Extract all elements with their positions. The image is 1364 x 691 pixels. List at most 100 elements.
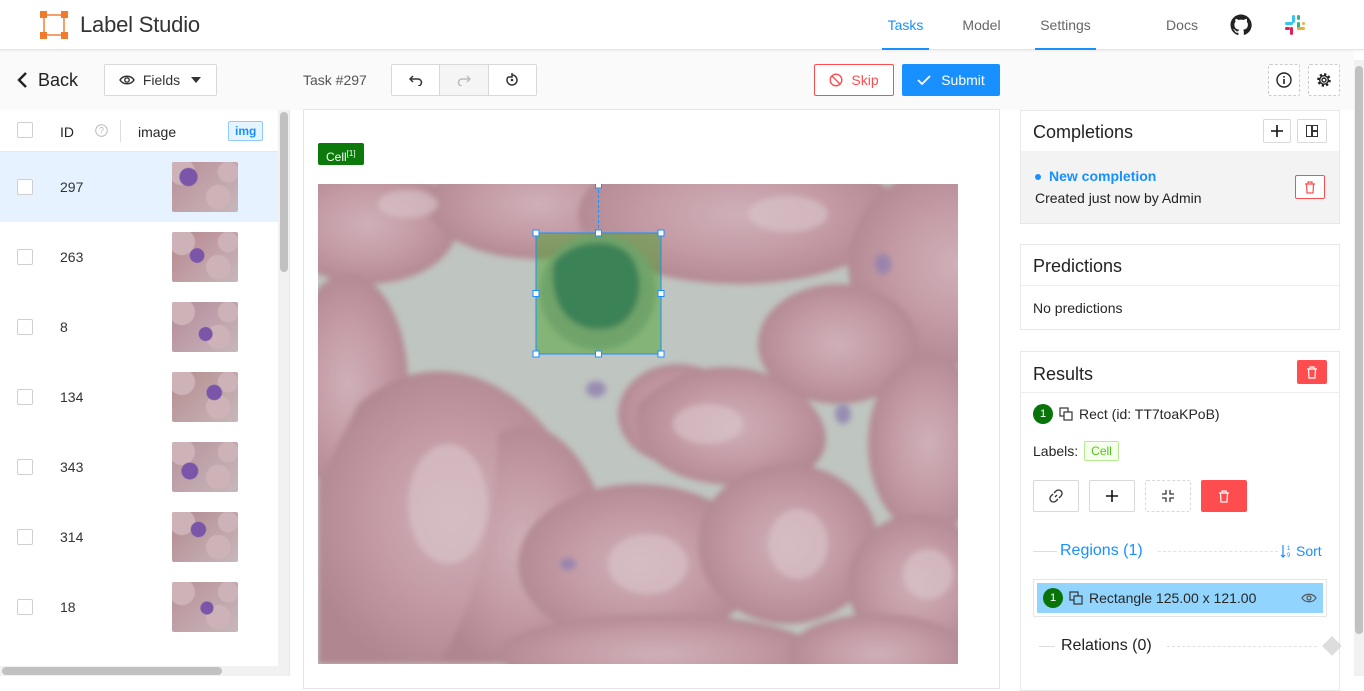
sort-label: Sort (1296, 543, 1322, 559)
divider (1039, 646, 1055, 647)
back-button[interactable]: Back (16, 68, 78, 92)
relations-heading[interactable]: Relations (0) (1061, 637, 1152, 655)
reset-button[interactable] (489, 65, 536, 95)
annotation-image[interactable] (318, 184, 958, 664)
completions-title: Completions (1033, 122, 1134, 142)
region-list: 1 Rectangle 125.00 x 121.00 (1033, 579, 1327, 617)
row-checkbox[interactable] (17, 179, 33, 195)
rectangle-tool-icon (1069, 591, 1083, 605)
submit-button[interactable]: Submit (902, 64, 1000, 96)
region-list-item[interactable]: 1 Rectangle 125.00 x 121.00 (1037, 583, 1323, 613)
predictions-title: Predictions (1033, 256, 1123, 276)
label-studio-logo-icon (40, 11, 68, 39)
help-icon[interactable]: ? (95, 124, 108, 137)
region-index-badge: 1 (1033, 404, 1053, 424)
nav-docs[interactable]: Docs (1160, 0, 1204, 50)
row-thumbnail-image (172, 232, 238, 282)
delete-region-button[interactable] (1201, 480, 1247, 512)
back-label: Back (38, 69, 79, 90)
row-id: 18 (60, 599, 76, 615)
plus-icon (1271, 125, 1283, 137)
caret-down-icon (191, 77, 202, 83)
stop-icon (829, 73, 843, 87)
info-button[interactable] (1268, 64, 1300, 96)
delete-completion-button[interactable] (1295, 175, 1325, 199)
blood-smear-image[interactable] (318, 184, 958, 664)
predictions-panel: Predictions No predictions (1020, 244, 1340, 330)
fields-button[interactable]: Fields (104, 64, 217, 96)
row-thumbnail-image (172, 512, 238, 562)
info-icon (1276, 72, 1292, 88)
column-id[interactable]: ID (60, 124, 74, 140)
slack-icon[interactable] (1283, 13, 1307, 37)
sort-button[interactable]: 1 9 Sort (1280, 543, 1322, 559)
gear-icon (1317, 73, 1331, 87)
completion-item[interactable]: New completion Created just now by Admin (1021, 151, 1339, 223)
row-id: 297 (60, 179, 84, 195)
label-cell-tag[interactable]: Cell[1] (318, 143, 364, 165)
delete-all-results-button[interactable] (1297, 360, 1327, 384)
row-checkbox[interactable] (17, 249, 33, 265)
labels-caption: Labels: (1033, 443, 1079, 459)
label-cell-chip: Cell (1084, 441, 1119, 461)
redo-button[interactable] (440, 65, 489, 95)
history-controls (391, 64, 537, 96)
check-icon (917, 75, 931, 86)
table-vertical-scrollbar[interactable] (278, 110, 289, 676)
eye-icon[interactable] (1301, 592, 1317, 604)
nav-settings[interactable]: Settings (1035, 0, 1096, 50)
unselect-button[interactable] (1145, 480, 1191, 512)
chevron-left-icon (17, 72, 27, 88)
trash-icon (1307, 365, 1317, 379)
fields-label: Fields (142, 72, 181, 88)
app-name: Label Studio (80, 12, 200, 37)
nav-tasks[interactable]: Tasks (882, 0, 929, 50)
regions-heading[interactable]: Regions (1) (1060, 542, 1143, 560)
region-rectangle[interactable] (535, 232, 662, 355)
row-checkbox[interactable] (17, 529, 33, 545)
trash-icon (1305, 180, 1315, 194)
selected-region-info: 1 Rect (id: TT7toaKPoB) (1033, 404, 1220, 424)
plus-icon (1106, 490, 1118, 502)
column-image[interactable]: image (138, 124, 176, 140)
row-thumbnail-image (172, 302, 238, 352)
add-completion-button[interactable] (1263, 119, 1291, 143)
completions-view-button[interactable] (1297, 119, 1327, 143)
region-item-badge: 1 (1043, 588, 1063, 608)
completions-panel: Completions New completion Created just … (1020, 110, 1340, 224)
nav-model[interactable]: Model (958, 0, 1005, 50)
divider (1021, 285, 1339, 286)
undo-button[interactable] (392, 65, 441, 95)
divider (1158, 551, 1278, 552)
table-row[interactable]: 314 (0, 502, 278, 572)
eye-icon (118, 75, 135, 85)
settings-button[interactable] (1308, 64, 1340, 96)
svg-text:?: ? (99, 126, 104, 136)
rectangle-tool-icon (1059, 407, 1073, 421)
table-row[interactable]: 297 (0, 152, 278, 222)
app-logo[interactable]: Label Studio (40, 11, 200, 39)
page-vertical-scrollbar[interactable] (1354, 60, 1364, 676)
table-row[interactable]: 263 (0, 222, 278, 292)
skip-button[interactable]: Skip (814, 64, 894, 96)
row-checkbox[interactable] (17, 599, 33, 615)
row-checkbox[interactable] (17, 389, 33, 405)
results-panel: Results 1 Rect (id: TT7toaKPoB) Labels: … (1020, 351, 1342, 691)
add-meta-button[interactable] (1089, 480, 1135, 512)
table-row[interactable]: 18 (0, 572, 278, 642)
row-checkbox[interactable] (17, 459, 33, 475)
sort-icon: 1 9 (1280, 545, 1291, 558)
table-row[interactable]: 343 (0, 432, 278, 502)
link-region-button[interactable] (1033, 480, 1079, 512)
github-icon[interactable] (1229, 13, 1253, 37)
row-id: 263 (60, 249, 84, 265)
select-all-checkbox[interactable] (17, 122, 33, 138)
table-horizontal-scrollbar[interactable] (0, 666, 278, 676)
row-checkbox[interactable] (17, 319, 33, 335)
table-row[interactable]: 134 (0, 362, 278, 432)
svg-text:1: 1 (1287, 546, 1291, 552)
compress-icon (1162, 490, 1174, 502)
trash-icon (1219, 489, 1229, 503)
table-row[interactable]: 8 (0, 292, 278, 362)
